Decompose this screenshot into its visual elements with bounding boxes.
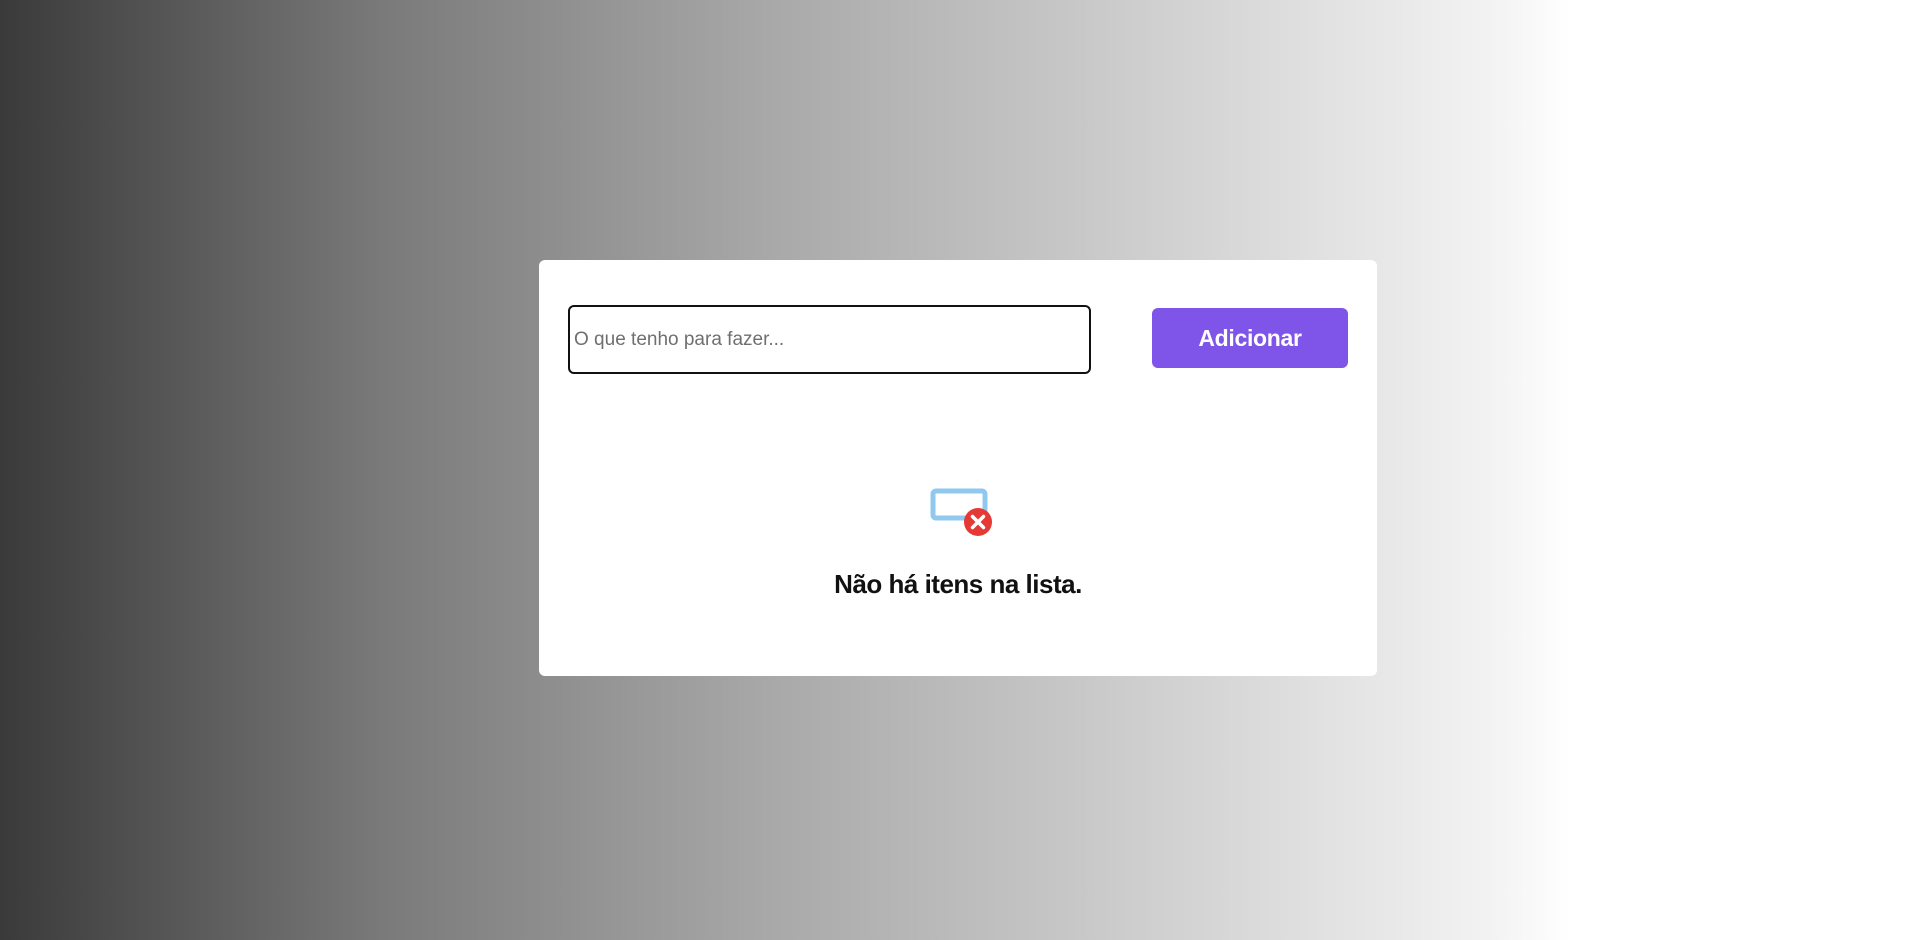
empty-list-icon [928,486,998,541]
task-input-wrapper [568,305,1091,374]
empty-list-message: Não há itens na lista. [834,569,1082,599]
add-button[interactable]: Adicionar [1152,308,1348,368]
todo-card: Adicionar Não há itens na lista. [539,260,1377,676]
task-input[interactable] [570,307,1089,372]
